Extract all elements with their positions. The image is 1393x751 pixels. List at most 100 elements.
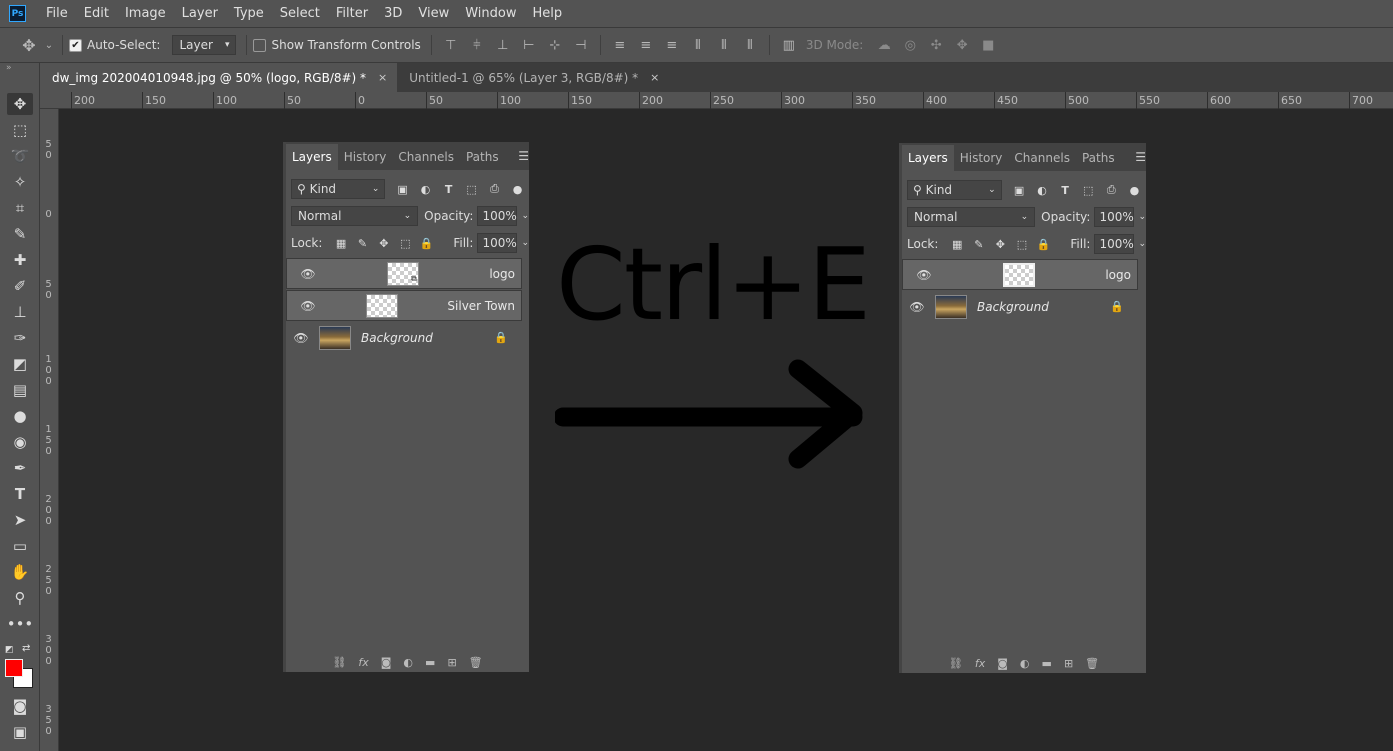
add-mask-icon[interactable]: ◙ <box>381 656 392 669</box>
lock-position-icon[interactable]: ✥ <box>990 238 1012 251</box>
opacity-input[interactable]: 100% <box>477 206 518 226</box>
kind-filter-dropdown[interactable]: ⚲ Kind ⌄ <box>291 179 386 199</box>
brush-tool-icon[interactable]: ✐ <box>7 275 33 297</box>
show-transform-checkbox[interactable] <box>253 38 267 52</box>
healing-brush-tool-icon[interactable]: ✚ <box>7 249 33 271</box>
fill-input[interactable]: 100% <box>1094 234 1135 254</box>
align-right-icon[interactable]: ⊣ <box>568 38 594 53</box>
align-hcenter-icon[interactable]: ⊹ <box>542 38 568 53</box>
fill-input[interactable]: 100% <box>477 233 518 253</box>
adjustment-filter-icon[interactable]: ◐ <box>1031 184 1054 197</box>
menu-type[interactable]: Type <box>226 6 272 21</box>
new-layer-icon[interactable]: ⊞ <box>447 656 456 669</box>
delete-layer-icon[interactable]: 🗑 <box>469 656 483 669</box>
tool-preset-chevron-icon[interactable]: ⌄ <box>42 40 56 51</box>
close-icon[interactable]: × <box>378 71 387 84</box>
distribute-vcenter-icon[interactable]: ≡ <box>633 38 659 53</box>
panel-menu-icon[interactable]: ☰ <box>518 149 529 163</box>
lock-transparency-icon[interactable]: ▦ <box>946 238 968 251</box>
filter-toggle-icon[interactable]: ● <box>1123 184 1146 197</box>
visibility-eye-icon[interactable]: 👁 <box>293 267 323 281</box>
align-top-icon[interactable]: ⊤ <box>438 38 464 53</box>
pixel-filter-icon[interactable]: ▣ <box>391 183 414 196</box>
menu-select[interactable]: Select <box>272 6 328 21</box>
marquee-tool-icon[interactable]: ⬚ <box>7 119 33 141</box>
fx-icon[interactable]: fx <box>358 656 368 669</box>
screen-mode-icon[interactable]: ▣ <box>7 721 33 743</box>
crop-tool-icon[interactable]: ⌗ <box>7 197 33 219</box>
pen-tool-icon[interactable]: ✒ <box>7 457 33 479</box>
adjustment-layer-icon[interactable]: ◐ <box>1020 657 1030 670</box>
history-brush-tool-icon[interactable]: ✑ <box>7 327 33 349</box>
chevron-down-icon[interactable]: ⌄ <box>1138 239 1146 249</box>
distribute-hcenter-icon[interactable]: ⦀ <box>711 38 737 53</box>
add-mask-icon[interactable]: ◙ <box>997 657 1008 670</box>
type-filter-icon[interactable]: T <box>437 183 460 196</box>
lasso-tool-icon[interactable]: ➰ <box>7 145 33 167</box>
delete-layer-icon[interactable]: 🗑 <box>1085 657 1099 670</box>
type-tool-icon[interactable]: T <box>7 483 33 505</box>
move-tool-icon[interactable]: ✥ <box>16 36 42 55</box>
visibility-eye-icon[interactable]: 👁 <box>286 331 316 345</box>
zoom-tool-icon[interactable]: ⚲ <box>7 587 33 609</box>
lock-artboard-icon[interactable]: ⬚ <box>1011 238 1033 251</box>
eraser-tool-icon[interactable]: ◩ <box>7 353 33 375</box>
layer-row[interactable]: 👁 Background 🔒 <box>902 291 1138 322</box>
more-tools-icon[interactable]: ••• <box>7 613 34 635</box>
lock-icon[interactable]: 🔒 <box>494 331 508 344</box>
tab-history[interactable]: History <box>338 150 393 170</box>
3d-orbit-icon[interactable]: ☁ <box>871 38 897 53</box>
lock-position-icon[interactable]: ✥ <box>373 237 394 250</box>
tab-paths[interactable]: Paths <box>1076 151 1121 171</box>
panel-menu-icon[interactable]: ☰ <box>1135 150 1146 164</box>
lock-image-icon[interactable]: ✎ <box>352 237 373 250</box>
align-left-icon[interactable]: ⊢ <box>516 38 542 53</box>
visibility-eye-icon[interactable]: 👁 <box>293 299 323 313</box>
menu-file[interactable]: File <box>38 6 76 21</box>
visibility-eye-icon[interactable]: 👁 <box>902 300 932 314</box>
3d-camera-icon[interactable]: ■ <box>975 38 1001 53</box>
menu-3d[interactable]: 3D <box>376 6 410 21</box>
blend-mode-dropdown[interactable]: Normal ⌄ <box>291 206 419 226</box>
menu-edit[interactable]: Edit <box>76 6 117 21</box>
type-filter-icon[interactable]: T <box>1054 184 1077 197</box>
shape-filter-icon[interactable]: ⬚ <box>1077 184 1100 197</box>
lock-image-icon[interactable]: ✎ <box>968 238 990 251</box>
layer-row[interactable]: 👁 logo <box>902 259 1138 290</box>
adjustment-filter-icon[interactable]: ◐ <box>414 183 437 196</box>
dodge-tool-icon[interactable]: ◉ <box>7 431 33 453</box>
filter-toggle-icon[interactable]: ● <box>506 183 529 196</box>
tab-history[interactable]: History <box>954 151 1009 171</box>
link-layers-icon[interactable]: ⛓ <box>949 657 963 670</box>
link-layers-icon[interactable]: ⛓ <box>332 656 346 669</box>
tab-layers[interactable]: Layers <box>286 144 338 170</box>
distribute-right-icon[interactable]: ⦀ <box>737 38 763 53</box>
shape-filter-icon[interactable]: ⬚ <box>460 183 483 196</box>
lock-artboard-icon[interactable]: ⬚ <box>395 237 416 250</box>
auto-select-checkbox[interactable]: ✔ <box>69 38 82 52</box>
magic-wand-tool-icon[interactable]: ✧ <box>7 171 33 193</box>
lock-all-icon[interactable]: 🔒 <box>1033 238 1055 251</box>
collapse-toolbox-icon[interactable]: » <box>6 63 12 73</box>
document-tab[interactable]: Untitled-1 @ 65% (Layer 3, RGB/8#) * × <box>397 63 669 92</box>
clone-stamp-tool-icon[interactable]: ⊥ <box>7 301 33 323</box>
align-vcenter-icon[interactable]: ⫩ <box>464 38 490 53</box>
close-icon[interactable]: × <box>650 71 659 84</box>
foreground-color-swatch[interactable] <box>5 659 23 677</box>
move-tool-icon[interactable]: ✥ <box>7 93 33 115</box>
auto-select-dropdown[interactable]: Layer ▾ <box>172 35 237 55</box>
default-colors-icon[interactable]: ◩ <box>5 645 14 655</box>
pixel-filter-icon[interactable]: ▣ <box>1007 184 1030 197</box>
rectangle-tool-icon[interactable]: ▭ <box>7 535 33 557</box>
document-tab[interactable]: dw_img 202004010948.jpg @ 50% (logo, RGB… <box>40 63 398 92</box>
visibility-eye-icon[interactable]: 👁 <box>909 268 939 282</box>
menu-image[interactable]: Image <box>117 6 174 21</box>
kind-filter-dropdown[interactable]: ⚲ Kind ⌄ <box>907 180 1002 200</box>
chevron-down-icon[interactable]: ⌄ <box>521 238 529 248</box>
tab-layers[interactable]: Layers <box>902 145 954 171</box>
layer-row[interactable]: 👁 ⧉ logo <box>286 258 522 289</box>
adjustment-layer-icon[interactable]: ◐ <box>403 656 413 669</box>
3d-roll-icon[interactable]: ◎ <box>897 38 923 53</box>
eyedropper-tool-icon[interactable]: ✎ <box>7 223 33 245</box>
lock-icon[interactable]: 🔒 <box>1110 300 1124 313</box>
